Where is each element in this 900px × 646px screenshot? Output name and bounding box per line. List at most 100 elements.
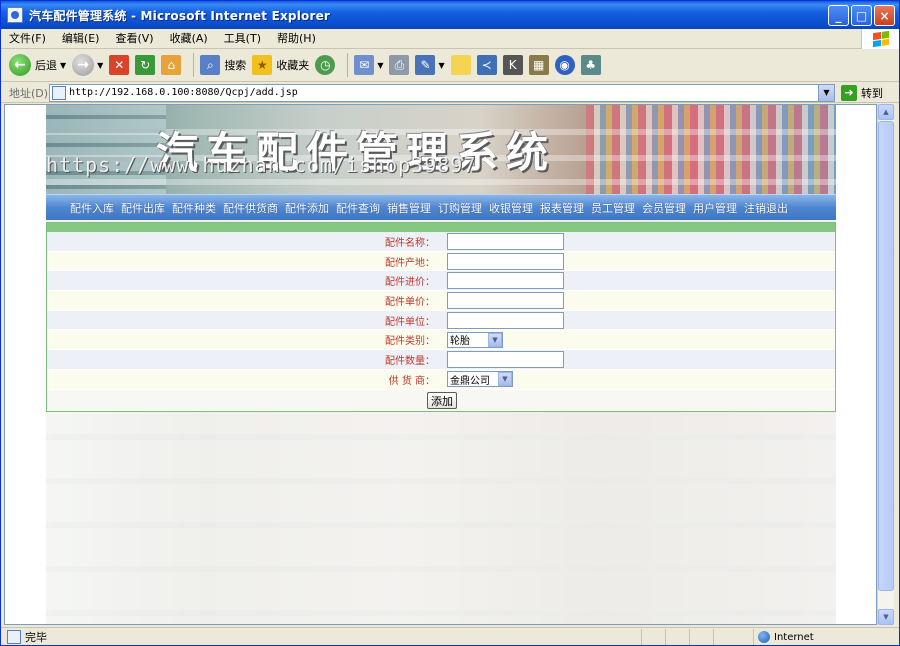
chevron-down-icon[interactable]: ▼ bbox=[488, 332, 502, 347]
address-url[interactable]: http://192.168.0.100:8080/Qcpj/add.jsp bbox=[69, 87, 298, 98]
ie-page-icon bbox=[7, 7, 23, 23]
form-row: 配件进价： bbox=[47, 271, 835, 292]
nav-users[interactable]: 用户管理 bbox=[693, 200, 737, 216]
messenger-icon: ≺ bbox=[476, 55, 497, 75]
supplier-select[interactable]: 金鼎公司 ▼ bbox=[447, 371, 513, 388]
nav-staff[interactable]: 员工管理 bbox=[591, 200, 635, 216]
status-pane bbox=[689, 629, 713, 645]
field-label: 配件产地： bbox=[385, 257, 435, 269]
field-label: 配件单价： bbox=[385, 296, 435, 308]
menu-help[interactable]: 帮助(H) bbox=[269, 29, 324, 49]
mail-icon: ✉ bbox=[354, 55, 375, 75]
print-button[interactable]: ⎙ bbox=[389, 52, 410, 78]
nav-parts-inbound[interactable]: 配件入库 bbox=[70, 200, 114, 216]
form-row: 供 货 商： 金鼎公司 ▼ bbox=[47, 369, 835, 390]
watermark-text: https://www.huzhan.com/ishop39897 bbox=[46, 153, 477, 177]
page-viewport: 汽车配件管理系统 https://www.huzhan.com/ishop398… bbox=[4, 104, 877, 625]
home-button[interactable]: ⌂ bbox=[161, 52, 182, 78]
form-row: 配件产地： bbox=[47, 251, 835, 272]
form-row: 配件类别： 轮胎 ▼ bbox=[47, 330, 835, 351]
nav-parts-category[interactable]: 配件种类 bbox=[172, 200, 216, 216]
nav-sales[interactable]: 销售管理 bbox=[387, 200, 431, 216]
history-button[interactable]: ◷ bbox=[315, 52, 336, 78]
stop-button[interactable]: ✕ bbox=[109, 52, 130, 78]
maximize-button[interactable]: □ bbox=[851, 5, 872, 26]
vertical-scrollbar[interactable]: ▲ ▼ bbox=[877, 104, 894, 625]
globe-icon bbox=[758, 631, 770, 643]
print-icon: ⎙ bbox=[389, 55, 410, 75]
status-pane bbox=[713, 629, 737, 645]
edit-dropdown-icon[interactable]: ▼ bbox=[438, 61, 444, 70]
go-arrow-icon: ➜ bbox=[841, 84, 857, 101]
scroll-down-icon[interactable]: ▼ bbox=[878, 609, 894, 625]
category-selected-value: 轮胎 bbox=[450, 336, 470, 348]
mail-button[interactable]: ✉ ▼ bbox=[354, 52, 383, 78]
research-button[interactable]: ≺ bbox=[476, 52, 497, 78]
category-select[interactable]: 轮胎 ▼ bbox=[447, 331, 503, 348]
form-header-bar bbox=[47, 223, 835, 232]
quantity-input[interactable] bbox=[447, 350, 564, 368]
field-label: 配件单位： bbox=[385, 316, 435, 328]
field-label: 配件数量： bbox=[385, 355, 435, 367]
back-dropdown-icon[interactable]: ▼ bbox=[60, 61, 66, 70]
status-bar: 完毕 Internet bbox=[1, 627, 899, 645]
forward-button[interactable]: → ▼ bbox=[72, 52, 103, 78]
chevron-down-icon[interactable]: ▼ bbox=[498, 372, 512, 387]
tool-k-button[interactable]: K bbox=[502, 52, 523, 78]
security-zone: Internet bbox=[753, 629, 814, 645]
purchase-price-input[interactable] bbox=[447, 272, 564, 290]
close-button[interactable]: × bbox=[874, 5, 895, 26]
tool-film-button[interactable]: ▦ bbox=[528, 52, 549, 78]
discuss-button[interactable] bbox=[450, 52, 471, 78]
title-bar[interactable]: 汽车配件管理系统 - Microsoft Internet Explorer _… bbox=[1, 1, 899, 29]
forward-dropdown-icon[interactable]: ▼ bbox=[97, 61, 103, 70]
unit-price-input[interactable] bbox=[447, 291, 564, 309]
toolbar: ← 后退 ▼ → ▼ ✕ ↻ ⌂ ⌕ 搜索 ★ 收藏夹 ◷ ✉ ▼ ⎙ ✎ ▼ … bbox=[1, 49, 899, 82]
ie-window: 汽车配件管理系统 - Microsoft Internet Explorer _… bbox=[0, 0, 900, 646]
add-button[interactable]: 添加 bbox=[427, 392, 457, 409]
tool-people-button[interactable]: ♣ bbox=[580, 52, 601, 78]
nav-parts-supplier[interactable]: 配件供货商 bbox=[223, 200, 278, 216]
refresh-button[interactable]: ↻ bbox=[135, 52, 156, 78]
page-icon bbox=[52, 85, 66, 100]
nav-parts-query[interactable]: 配件查询 bbox=[336, 200, 380, 216]
window-title: 汽车配件管理系统 - Microsoft Internet Explorer bbox=[29, 8, 331, 23]
unit-input[interactable] bbox=[447, 311, 564, 329]
address-label: 地址(D) bbox=[9, 86, 49, 100]
nav-orders[interactable]: 订购管理 bbox=[438, 200, 482, 216]
film-icon: ▦ bbox=[528, 55, 549, 75]
address-input[interactable]: http://192.168.0.100:8080/Qcpj/add.jsp ▼ bbox=[49, 83, 835, 102]
nav-parts-add[interactable]: 配件添加 bbox=[285, 200, 329, 216]
nav-logout[interactable]: 注销退出 bbox=[744, 200, 788, 216]
toolbar-separator bbox=[347, 53, 349, 77]
minimize-button[interactable]: _ bbox=[828, 5, 849, 26]
edit-button[interactable]: ✎ ▼ bbox=[415, 52, 445, 78]
menu-edit[interactable]: 编辑(E) bbox=[54, 29, 108, 49]
part-name-input[interactable] bbox=[447, 232, 564, 250]
search-button[interactable]: ⌕ 搜索 bbox=[200, 52, 246, 78]
nav-members[interactable]: 会员管理 bbox=[642, 200, 686, 216]
menu-file[interactable]: 文件(F) bbox=[1, 29, 54, 49]
nav-cashier[interactable]: 收银管理 bbox=[489, 200, 533, 216]
favorites-button[interactable]: ★ 收藏夹 bbox=[252, 52, 309, 78]
scroll-thumb[interactable] bbox=[878, 121, 894, 591]
field-label: 配件名称： bbox=[385, 237, 435, 249]
go-button[interactable]: ➜ 转到 bbox=[841, 84, 883, 101]
star-icon: ★ bbox=[252, 55, 273, 75]
menu-tools[interactable]: 工具(T) bbox=[216, 29, 269, 49]
menu-favorites[interactable]: 收藏(A) bbox=[162, 29, 216, 49]
scroll-up-icon[interactable]: ▲ bbox=[878, 104, 894, 120]
back-button[interactable]: ← 后退 ▼ bbox=[9, 52, 66, 78]
menu-view[interactable]: 查看(V) bbox=[107, 29, 161, 49]
tool-disc-button[interactable]: ◉ bbox=[554, 52, 575, 78]
nav-parts-outbound[interactable]: 配件出库 bbox=[121, 200, 165, 216]
mail-dropdown-icon[interactable]: ▼ bbox=[377, 61, 383, 70]
supplier-selected-value: 金鼎公司 bbox=[450, 375, 490, 387]
part-origin-input[interactable] bbox=[447, 252, 564, 270]
nav-reports[interactable]: 报表管理 bbox=[540, 200, 584, 216]
status-pane bbox=[641, 629, 665, 645]
address-dropdown-icon[interactable]: ▼ bbox=[818, 84, 834, 101]
header-banner: 汽车配件管理系统 https://www.huzhan.com/ishop398… bbox=[46, 105, 836, 194]
history-icon: ◷ bbox=[315, 55, 336, 75]
field-label: 供 货 商： bbox=[388, 375, 435, 387]
